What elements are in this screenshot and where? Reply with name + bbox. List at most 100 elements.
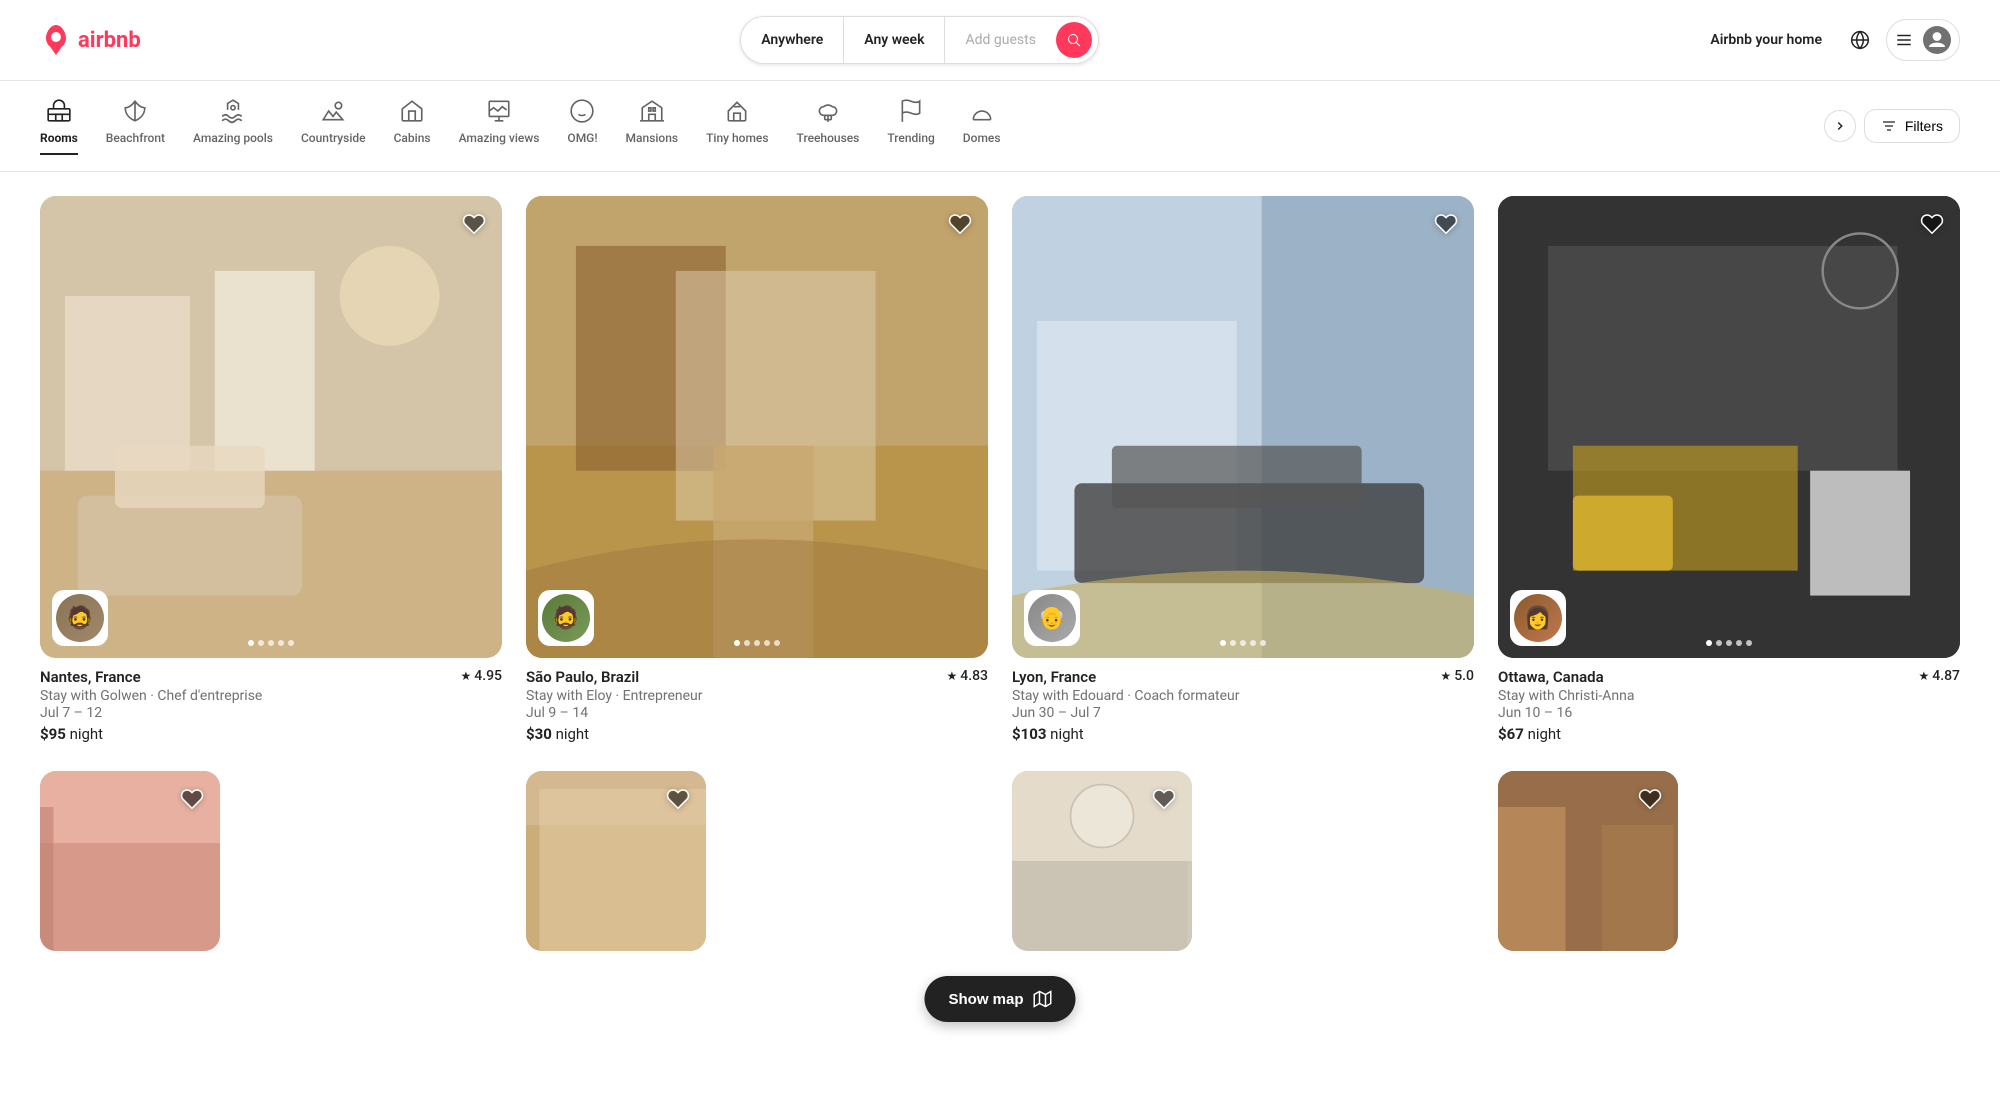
- category-cabins[interactable]: Cabins: [394, 97, 431, 155]
- trending-icon: [898, 97, 924, 125]
- dates-search[interactable]: Any week: [844, 17, 945, 63]
- listing-card-8[interactable]: [1498, 771, 1960, 951]
- listing-card-2[interactable]: 🧔 São Paulo, Brazil ★ 4.83: [526, 196, 988, 747]
- carousel-dots-2: [734, 640, 780, 646]
- categories-next-button[interactable]: [1824, 110, 1856, 142]
- guests-search[interactable]: Add guests: [945, 17, 1055, 63]
- listing-host-1: Stay with Golwen · Chef d'entreprise: [40, 688, 502, 704]
- beachfront-icon: [122, 97, 148, 125]
- listing-info-3: Lyon, France ★ 5.0 Stay with Edouard · C…: [1012, 658, 1474, 747]
- listing-dates-1: Jul 7 – 12: [40, 705, 502, 721]
- category-cabins-label: Cabins: [394, 131, 431, 145]
- category-trending-label: Trending: [887, 131, 934, 145]
- domes-icon: [969, 97, 995, 125]
- rooms-icon: [46, 97, 72, 125]
- location-search[interactable]: Anywhere: [741, 17, 844, 63]
- category-beachfront-label: Beachfront: [106, 131, 165, 145]
- listing-image-8: [1498, 771, 1678, 951]
- wishlist-button-3[interactable]: [1430, 208, 1462, 243]
- listing-location-4: Ottawa, Canada: [1498, 668, 1604, 686]
- listing-dates-2: Jul 9 – 14: [526, 705, 988, 721]
- show-map-container: Show map: [924, 976, 1075, 1022]
- category-mansions[interactable]: Mansions: [626, 97, 679, 155]
- host-link[interactable]: Airbnb your home: [1698, 24, 1834, 56]
- listing-price-4: $67 night: [1498, 725, 1960, 743]
- listing-image-6: [526, 771, 706, 951]
- wishlist-button-4[interactable]: [1916, 208, 1948, 243]
- category-amazing-pools-label: Amazing pools: [193, 131, 273, 145]
- listing-rating-2: ★ 4.83: [946, 668, 988, 684]
- show-map-button[interactable]: Show map: [924, 976, 1075, 1022]
- search-button[interactable]: [1056, 22, 1092, 58]
- listing-info-1: Nantes, France ★ 4.95 Stay with Golwen ·…: [40, 658, 502, 747]
- categories-bar: Rooms Beachfront Amazing poo: [0, 81, 2000, 172]
- host-avatar-3: 👴: [1024, 590, 1080, 646]
- treehouses-icon: [815, 97, 841, 125]
- main-content: 🧔 Nantes, France ★ 4.95: [0, 172, 2000, 975]
- listing-location-3: Lyon, France: [1012, 668, 1096, 686]
- host-avatar-4: 👩: [1510, 590, 1566, 646]
- cabins-icon: [399, 97, 425, 125]
- listing-location-2: São Paulo, Brazil: [526, 668, 639, 686]
- search-bar[interactable]: Anywhere Any week Add guests: [740, 16, 1099, 64]
- listing-info-2: São Paulo, Brazil ★ 4.83 Stay with Eloy …: [526, 658, 988, 747]
- logo[interactable]: airbnb: [40, 24, 141, 56]
- listing-info-4: Ottawa, Canada ★ 4.87 Stay with Christi-…: [1498, 658, 1960, 747]
- amazing-pools-icon: [220, 97, 246, 125]
- category-countryside[interactable]: Countryside: [301, 97, 366, 155]
- listing-rating-1: ★ 4.95: [460, 668, 502, 684]
- listing-image-4: 👩: [1498, 196, 1960, 658]
- listing-image-7: [1012, 771, 1192, 951]
- category-domes-label: Domes: [963, 131, 1001, 145]
- listing-host-3: Stay with Edouard · Coach formateur: [1012, 688, 1474, 704]
- wishlist-button-2[interactable]: [944, 208, 976, 243]
- category-amazing-views-label: Amazing views: [459, 131, 540, 145]
- wishlist-button-8[interactable]: [1634, 783, 1666, 818]
- tiny-homes-icon: [724, 97, 750, 125]
- menu-profile-button[interactable]: [1886, 19, 1960, 61]
- listing-card-3[interactable]: 👴 Lyon, France ★ 5.0: [1012, 196, 1474, 747]
- omg-icon: [569, 97, 595, 125]
- host-avatar-1: 🧔: [52, 590, 108, 646]
- category-rooms-label: Rooms: [40, 131, 78, 145]
- category-rooms[interactable]: Rooms: [40, 97, 78, 155]
- listing-rating-3: ★ 5.0: [1440, 668, 1474, 684]
- categories-list: Rooms Beachfront Amazing poo: [40, 97, 1816, 155]
- carousel-dots-1: [248, 640, 294, 646]
- listing-image-3: 👴: [1012, 196, 1474, 658]
- category-amazing-pools[interactable]: Amazing pools: [193, 97, 273, 155]
- listing-card-1[interactable]: 🧔 Nantes, France ★ 4.95: [40, 196, 502, 747]
- category-tiny-homes[interactable]: Tiny homes: [706, 97, 768, 155]
- category-beachfront[interactable]: Beachfront: [106, 97, 165, 155]
- listing-location-1: Nantes, France: [40, 668, 141, 686]
- category-treehouses[interactable]: Treehouses: [797, 97, 860, 155]
- listing-card-5[interactable]: [40, 771, 502, 951]
- wishlist-button-1[interactable]: [458, 208, 490, 243]
- listing-card-4[interactable]: 👩 Ottawa, Canada ★ 4.87: [1498, 196, 1960, 747]
- category-domes[interactable]: Domes: [963, 97, 1001, 155]
- globe-button[interactable]: [1850, 30, 1870, 50]
- category-trending[interactable]: Trending: [887, 97, 934, 155]
- carousel-dots-4: [1706, 640, 1752, 646]
- category-omg[interactable]: OMG!: [567, 97, 597, 155]
- wishlist-button-7[interactable]: [1148, 783, 1180, 818]
- header: airbnb Anywhere Any week Add guests Airb…: [0, 0, 2000, 81]
- listing-price-2: $30 night: [526, 725, 988, 743]
- listing-host-4: Stay with Christi-Anna: [1498, 688, 1960, 704]
- listing-card-6[interactable]: [526, 771, 988, 951]
- wishlist-button-6[interactable]: [662, 783, 694, 818]
- listings-grid: 🧔 Nantes, France ★ 4.95: [40, 196, 1960, 951]
- listing-card-7[interactable]: [1012, 771, 1474, 951]
- wishlist-button-5[interactable]: [176, 783, 208, 818]
- listing-price-3: $103 night: [1012, 725, 1474, 743]
- header-right: Airbnb your home: [1698, 19, 1960, 61]
- category-countryside-label: Countryside: [301, 131, 366, 145]
- listing-host-2: Stay with Eloy · Entrepreneur: [526, 688, 988, 704]
- listing-dates-4: Jun 10 – 16: [1498, 705, 1960, 721]
- category-amazing-views[interactable]: Amazing views: [459, 97, 540, 155]
- listing-price-1: $95 night: [40, 725, 502, 743]
- listing-image-5: [40, 771, 220, 951]
- logo-text: airbnb: [78, 28, 141, 53]
- filters-button[interactable]: Filters: [1864, 109, 1960, 143]
- countryside-icon: [320, 97, 346, 125]
